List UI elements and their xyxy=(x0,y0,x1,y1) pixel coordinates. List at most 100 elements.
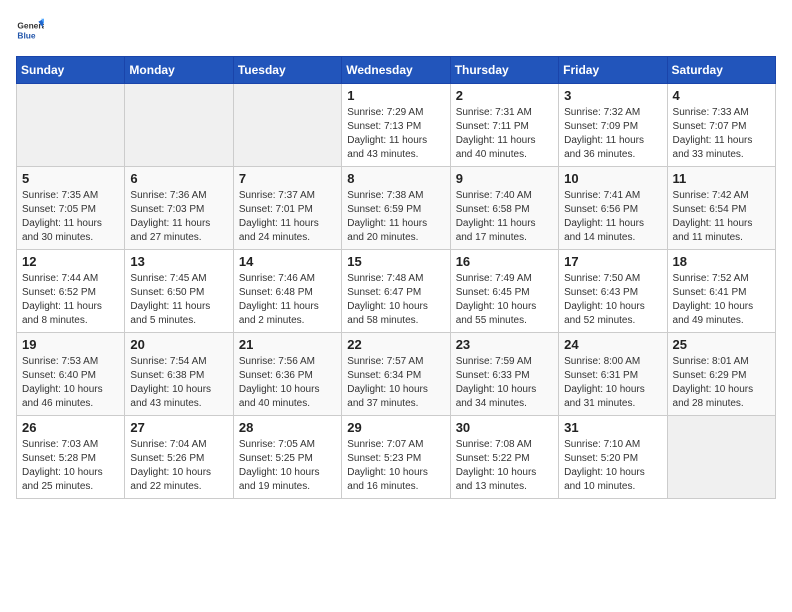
day-number: 11 xyxy=(673,171,770,186)
weekday-header-monday: Monday xyxy=(125,57,233,84)
day-number: 13 xyxy=(130,254,227,269)
day-info: Sunrise: 7:10 AM Sunset: 5:20 PM Dayligh… xyxy=(564,438,661,494)
day-number: 28 xyxy=(239,420,336,435)
day-info: Sunrise: 7:03 AM Sunset: 5:28 PM Dayligh… xyxy=(22,438,119,494)
day-number: 17 xyxy=(564,254,661,269)
day-number: 25 xyxy=(673,337,770,352)
day-info: Sunrise: 7:36 AM Sunset: 7:03 PM Dayligh… xyxy=(130,189,227,245)
day-info: Sunrise: 7:45 AM Sunset: 6:50 PM Dayligh… xyxy=(130,272,227,328)
calendar-cell: 16 Sunrise: 7:49 AM Sunset: 6:45 PM Dayli… xyxy=(450,250,558,333)
day-number: 31 xyxy=(564,420,661,435)
calendar-cell: 29 Sunrise: 7:07 AM Sunset: 5:23 PM Dayli… xyxy=(342,416,450,499)
calendar-week-3: 12 Sunrise: 7:44 AM Sunset: 6:52 PM Dayli… xyxy=(17,250,776,333)
day-info: Sunrise: 7:59 AM Sunset: 6:33 PM Dayligh… xyxy=(456,355,553,411)
day-number: 6 xyxy=(130,171,227,186)
weekday-header-wednesday: Wednesday xyxy=(342,57,450,84)
day-info: Sunrise: 7:42 AM Sunset: 6:54 PM Dayligh… xyxy=(673,189,770,245)
calendar-cell: 24 Sunrise: 8:00 AM Sunset: 6:31 PM Dayli… xyxy=(559,333,667,416)
calendar-cell: 18Sunrise: 7:52 AM Sunset: 6:41 PM Dayli… xyxy=(667,250,775,333)
calendar-week-2: 5Sunrise: 7:35 AM Sunset: 7:05 PM Daylig… xyxy=(17,167,776,250)
day-number: 9 xyxy=(456,171,553,186)
calendar-cell xyxy=(667,416,775,499)
svg-text:Blue: Blue xyxy=(17,30,35,40)
calendar-cell: 25 Sunrise: 8:01 AM Sunset: 6:29 PM Dayli… xyxy=(667,333,775,416)
calendar-cell: 3 Sunrise: 7:32 AM Sunset: 7:09 PM Daylig… xyxy=(559,84,667,167)
calendar-cell: 14 Sunrise: 7:46 AM Sunset: 6:48 PM Dayli… xyxy=(233,250,341,333)
weekday-header-thursday: Thursday xyxy=(450,57,558,84)
day-number: 20 xyxy=(130,337,227,352)
weekday-header-tuesday: Tuesday xyxy=(233,57,341,84)
calendar-cell: 20Sunrise: 7:54 AM Sunset: 6:38 PM Dayli… xyxy=(125,333,233,416)
day-info: Sunrise: 7:50 AM Sunset: 6:43 PM Dayligh… xyxy=(564,272,661,328)
logo: General Blue xyxy=(16,16,44,44)
page-header: General Blue xyxy=(16,16,776,44)
day-number: 24 xyxy=(564,337,661,352)
calendar-cell: 2 Sunrise: 7:31 AM Sunset: 7:11 PM Daylig… xyxy=(450,84,558,167)
day-info: Sunrise: 7:46 AM Sunset: 6:48 PM Dayligh… xyxy=(239,272,336,328)
calendar-cell: 10Sunrise: 7:41 AM Sunset: 6:56 PM Dayli… xyxy=(559,167,667,250)
day-info: Sunrise: 7:40 AM Sunset: 6:58 PM Dayligh… xyxy=(456,189,553,245)
day-number: 29 xyxy=(347,420,444,435)
calendar-cell: 30 Sunrise: 7:08 AM Sunset: 5:22 PM Dayli… xyxy=(450,416,558,499)
day-number: 10 xyxy=(564,171,661,186)
calendar-cell: 31 Sunrise: 7:10 AM Sunset: 5:20 PM Dayli… xyxy=(559,416,667,499)
weekday-header-friday: Friday xyxy=(559,57,667,84)
day-number: 12 xyxy=(22,254,119,269)
calendar-cell: 5Sunrise: 7:35 AM Sunset: 7:05 PM Daylig… xyxy=(17,167,125,250)
day-info: Sunrise: 7:31 AM Sunset: 7:11 PM Dayligh… xyxy=(456,106,553,162)
day-info: Sunrise: 8:00 AM Sunset: 6:31 PM Dayligh… xyxy=(564,355,661,411)
calendar-cell: 13 Sunrise: 7:45 AM Sunset: 6:50 PM Dayli… xyxy=(125,250,233,333)
day-info: Sunrise: 7:35 AM Sunset: 7:05 PM Dayligh… xyxy=(22,189,119,245)
logo-icon: General Blue xyxy=(16,16,44,44)
day-info: Sunrise: 7:08 AM Sunset: 5:22 PM Dayligh… xyxy=(456,438,553,494)
day-info: Sunrise: 7:44 AM Sunset: 6:52 PM Dayligh… xyxy=(22,272,119,328)
day-number: 22 xyxy=(347,337,444,352)
calendar-cell: 21Sunrise: 7:56 AM Sunset: 6:36 PM Dayli… xyxy=(233,333,341,416)
calendar-cell: 22 Sunrise: 7:57 AM Sunset: 6:34 PM Dayli… xyxy=(342,333,450,416)
day-info: Sunrise: 7:29 AM Sunset: 7:13 PM Dayligh… xyxy=(347,106,444,162)
weekday-header-saturday: Saturday xyxy=(667,57,775,84)
day-info: Sunrise: 7:49 AM Sunset: 6:45 PM Dayligh… xyxy=(456,272,553,328)
day-number: 14 xyxy=(239,254,336,269)
calendar-cell: 12 Sunrise: 7:44 AM Sunset: 6:52 PM Dayli… xyxy=(17,250,125,333)
day-info: Sunrise: 7:48 AM Sunset: 6:47 PM Dayligh… xyxy=(347,272,444,328)
day-number: 4 xyxy=(673,88,770,103)
weekday-header-sunday: Sunday xyxy=(17,57,125,84)
day-number: 7 xyxy=(239,171,336,186)
calendar-week-5: 26 Sunrise: 7:03 AM Sunset: 5:28 PM Dayli… xyxy=(17,416,776,499)
day-number: 27 xyxy=(130,420,227,435)
weekday-header-row: SundayMondayTuesdayWednesdayThursdayFrid… xyxy=(17,57,776,84)
calendar-cell: 27 Sunrise: 7:04 AM Sunset: 5:26 PM Dayli… xyxy=(125,416,233,499)
calendar-cell xyxy=(17,84,125,167)
day-info: Sunrise: 7:04 AM Sunset: 5:26 PM Dayligh… xyxy=(130,438,227,494)
calendar-cell: 11 Sunrise: 7:42 AM Sunset: 6:54 PM Dayli… xyxy=(667,167,775,250)
calendar-week-1: 1 Sunrise: 7:29 AM Sunset: 7:13 PM Daylig… xyxy=(17,84,776,167)
day-info: Sunrise: 7:05 AM Sunset: 5:25 PM Dayligh… xyxy=(239,438,336,494)
day-info: Sunrise: 7:07 AM Sunset: 5:23 PM Dayligh… xyxy=(347,438,444,494)
day-number: 8 xyxy=(347,171,444,186)
calendar-week-4: 19Sunrise: 7:53 AM Sunset: 6:40 PM Dayli… xyxy=(17,333,776,416)
day-number: 16 xyxy=(456,254,553,269)
day-number: 2 xyxy=(456,88,553,103)
day-info: Sunrise: 8:01 AM Sunset: 6:29 PM Dayligh… xyxy=(673,355,770,411)
day-number: 26 xyxy=(22,420,119,435)
day-number: 3 xyxy=(564,88,661,103)
calendar-cell: 8Sunrise: 7:38 AM Sunset: 6:59 PM Daylig… xyxy=(342,167,450,250)
day-info: Sunrise: 7:33 AM Sunset: 7:07 PM Dayligh… xyxy=(673,106,770,162)
day-number: 15 xyxy=(347,254,444,269)
day-info: Sunrise: 7:37 AM Sunset: 7:01 PM Dayligh… xyxy=(239,189,336,245)
day-info: Sunrise: 7:32 AM Sunset: 7:09 PM Dayligh… xyxy=(564,106,661,162)
calendar-cell: 1 Sunrise: 7:29 AM Sunset: 7:13 PM Daylig… xyxy=(342,84,450,167)
day-number: 1 xyxy=(347,88,444,103)
day-number: 23 xyxy=(456,337,553,352)
calendar-cell: 4 Sunrise: 7:33 AM Sunset: 7:07 PM Daylig… xyxy=(667,84,775,167)
calendar-cell: 19Sunrise: 7:53 AM Sunset: 6:40 PM Dayli… xyxy=(17,333,125,416)
calendar-cell xyxy=(233,84,341,167)
day-number: 18 xyxy=(673,254,770,269)
calendar-cell: 6 Sunrise: 7:36 AM Sunset: 7:03 PM Daylig… xyxy=(125,167,233,250)
day-info: Sunrise: 7:56 AM Sunset: 6:36 PM Dayligh… xyxy=(239,355,336,411)
calendar-cell: 7 Sunrise: 7:37 AM Sunset: 7:01 PM Daylig… xyxy=(233,167,341,250)
calendar-cell xyxy=(125,84,233,167)
day-info: Sunrise: 7:57 AM Sunset: 6:34 PM Dayligh… xyxy=(347,355,444,411)
day-number: 30 xyxy=(456,420,553,435)
